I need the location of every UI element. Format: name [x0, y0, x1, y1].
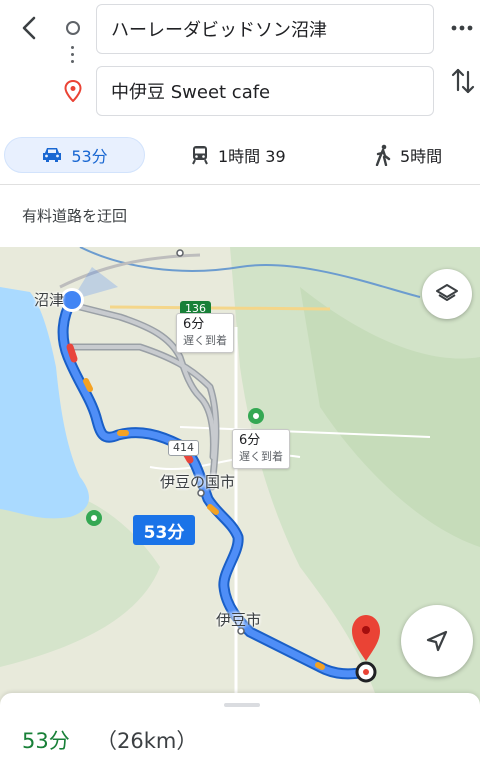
- walk-icon: [375, 144, 391, 166]
- map-view[interactable]: 沼津 伊豆の国市 伊豆市 136 414 6分 遅く到着 6分 遅く到着 53分: [0, 247, 480, 707]
- layers-icon: [436, 284, 458, 301]
- divider: [0, 184, 480, 185]
- tab-transit-label: 1時間 39: [218, 147, 286, 166]
- tab-drive[interactable]: 53分: [4, 137, 145, 173]
- alt-route-1-time: 6分: [183, 317, 205, 332]
- road-shield-414: 414: [168, 440, 199, 456]
- route-option-note: 有料道路を迂回: [22, 207, 128, 225]
- destination-pin-icon: [64, 79, 82, 103]
- swap-icon: [451, 68, 475, 94]
- car-icon: [43, 148, 62, 162]
- navigation-button[interactable]: [401, 605, 473, 677]
- summary-duration: 53分: [22, 729, 70, 753]
- place-label-izu: 伊豆市: [216, 611, 262, 629]
- navigation-arrow-icon: [426, 630, 448, 652]
- tab-walk[interactable]: 5時間: [374, 137, 442, 173]
- summary-distance: （26km）: [96, 729, 198, 753]
- more-options-button[interactable]: [450, 18, 474, 38]
- train-icon: [192, 146, 208, 165]
- directions-header: ハーレーダビッドソン沼津 中伊豆 Sweet cafe: [0, 0, 480, 130]
- tab-transit[interactable]: 1時間 39: [190, 137, 286, 173]
- route-dots-icon: [71, 46, 74, 67]
- origin-input[interactable]: ハーレーダビッドソン沼津: [96, 4, 434, 54]
- back-arrow-icon: [22, 16, 36, 40]
- alt-route-2-time: 6分: [239, 433, 261, 448]
- travel-mode-tabs: 53分 1時間 39 5時間: [0, 132, 480, 180]
- layers-button[interactable]: [422, 269, 472, 319]
- swap-button[interactable]: [450, 66, 476, 96]
- alt-route-1-callout[interactable]: 6分 遅く到着: [176, 313, 234, 353]
- alt-route-2-note: 遅く到着: [239, 450, 283, 463]
- drag-handle[interactable]: [224, 703, 260, 707]
- back-button[interactable]: [16, 14, 44, 42]
- route-duration-badge[interactable]: 53分: [133, 515, 195, 545]
- alt-route-2-callout[interactable]: 6分 遅く到着: [232, 429, 290, 469]
- origin-circle-icon: [66, 21, 80, 35]
- route-summary-sheet[interactable]: 53分 （26km）: [0, 693, 480, 763]
- tab-drive-label: 53分: [71, 147, 108, 166]
- place-label-izunokuni: 伊豆の国市: [160, 473, 236, 491]
- more-vert-icon: [451, 25, 473, 31]
- tab-walk-label: 5時間: [400, 147, 443, 166]
- place-label-numazu: 沼津: [34, 291, 65, 309]
- destination-input[interactable]: 中伊豆 Sweet cafe: [96, 66, 434, 116]
- alt-route-1-note: 遅く到着: [183, 334, 227, 347]
